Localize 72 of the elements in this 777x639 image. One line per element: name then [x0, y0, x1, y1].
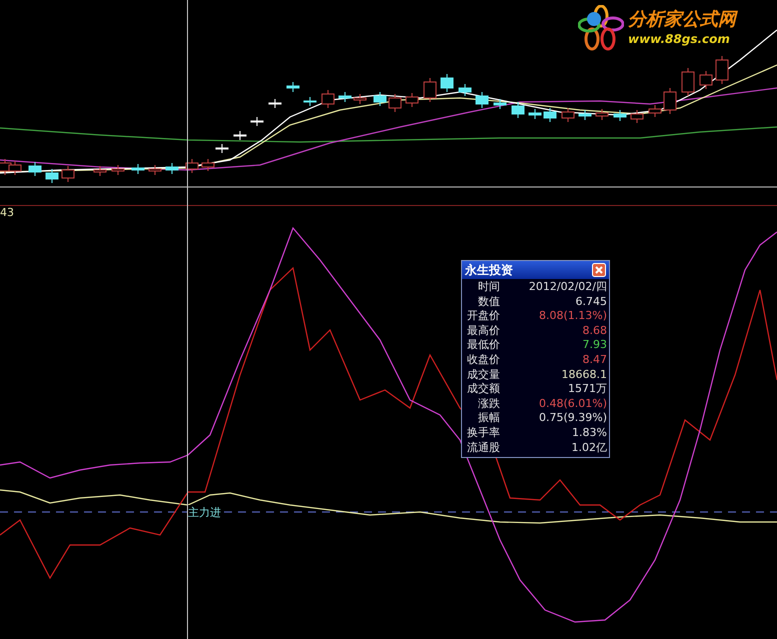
field-label: 数值	[477, 294, 500, 310]
candlestick	[512, 102, 524, 118]
candlestick	[614, 110, 626, 122]
candlestick	[354, 94, 366, 104]
candlestick	[286, 82, 300, 92]
candlestick	[406, 92, 418, 108]
popup-title: 永生投资	[465, 262, 513, 278]
candlestick	[648, 104, 662, 118]
field-value: 8.68	[582, 324, 607, 338]
candlestick	[322, 90, 334, 108]
site-url: www.88gs.com	[628, 31, 731, 47]
field-label: 振幅	[477, 411, 500, 426]
field-value: 2012/02/02/四	[528, 280, 607, 295]
candlestick	[304, 96, 316, 106]
field-value: 8.47	[582, 352, 607, 368]
candlestick	[202, 158, 214, 172]
candlestick	[46, 168, 58, 184]
field-label: 成交额	[466, 382, 500, 397]
candlestick	[458, 84, 472, 96]
candlestick	[476, 92, 488, 108]
candlestick	[216, 144, 228, 154]
site-title: 分析家公式网	[628, 9, 736, 31]
field-label: 最低价	[466, 338, 500, 353]
field-label: 流通股	[466, 440, 500, 456]
candlestick	[494, 98, 506, 110]
field-value: 1571万	[567, 382, 607, 397]
field-value: 6.745	[574, 294, 607, 310]
candlestick	[544, 108, 556, 122]
field-label: 收盘价	[466, 352, 500, 368]
candlestick	[388, 94, 402, 112]
field-value: 1.02亿	[570, 440, 607, 456]
flower-logo-icon	[578, 5, 624, 51]
candlestick	[700, 70, 712, 90]
candlestick	[148, 164, 162, 176]
candlestick	[374, 92, 386, 106]
candlestick	[28, 162, 42, 176]
field-value: 0.48(6.01%)	[538, 396, 607, 412]
candlestick	[268, 98, 282, 108]
candlestick	[424, 78, 436, 102]
candlestick	[596, 108, 608, 120]
candlestick	[132, 164, 144, 174]
candlestick	[8, 160, 22, 176]
field-value: 7.93	[582, 338, 607, 353]
candlestick	[234, 130, 246, 140]
candlestick	[682, 68, 694, 96]
candlestick	[528, 108, 542, 120]
candlestick	[166, 162, 178, 174]
candlestick	[112, 164, 124, 176]
candlestick	[664, 88, 676, 114]
field-value: 8.08(1.13%)	[538, 309, 607, 324]
field-label: 时间	[477, 280, 500, 295]
candlestick	[578, 110, 592, 120]
candlestick	[338, 92, 352, 102]
field-label: 开盘价	[466, 309, 500, 324]
close-icon[interactable]	[592, 263, 606, 277]
field-label: 成交量	[466, 368, 500, 382]
field-value: 18668.1	[560, 368, 607, 382]
signal-label: 主力进	[188, 505, 221, 520]
candlestick	[630, 110, 644, 124]
field-value: 1.83%	[571, 426, 607, 441]
candlestick	[62, 166, 74, 182]
field-label: 最高价	[466, 324, 500, 338]
field-value: 0.75(9.39%)	[538, 411, 607, 426]
field-label: 换手率	[466, 426, 500, 441]
candlestick	[186, 158, 198, 174]
candlestick	[440, 74, 454, 92]
candlestick	[562, 108, 574, 122]
field-label: 涨跌	[477, 396, 500, 412]
candlestick	[250, 116, 264, 126]
candlestick	[94, 166, 106, 176]
candlestick	[716, 56, 728, 84]
indicator-value: 43	[0, 206, 14, 219]
